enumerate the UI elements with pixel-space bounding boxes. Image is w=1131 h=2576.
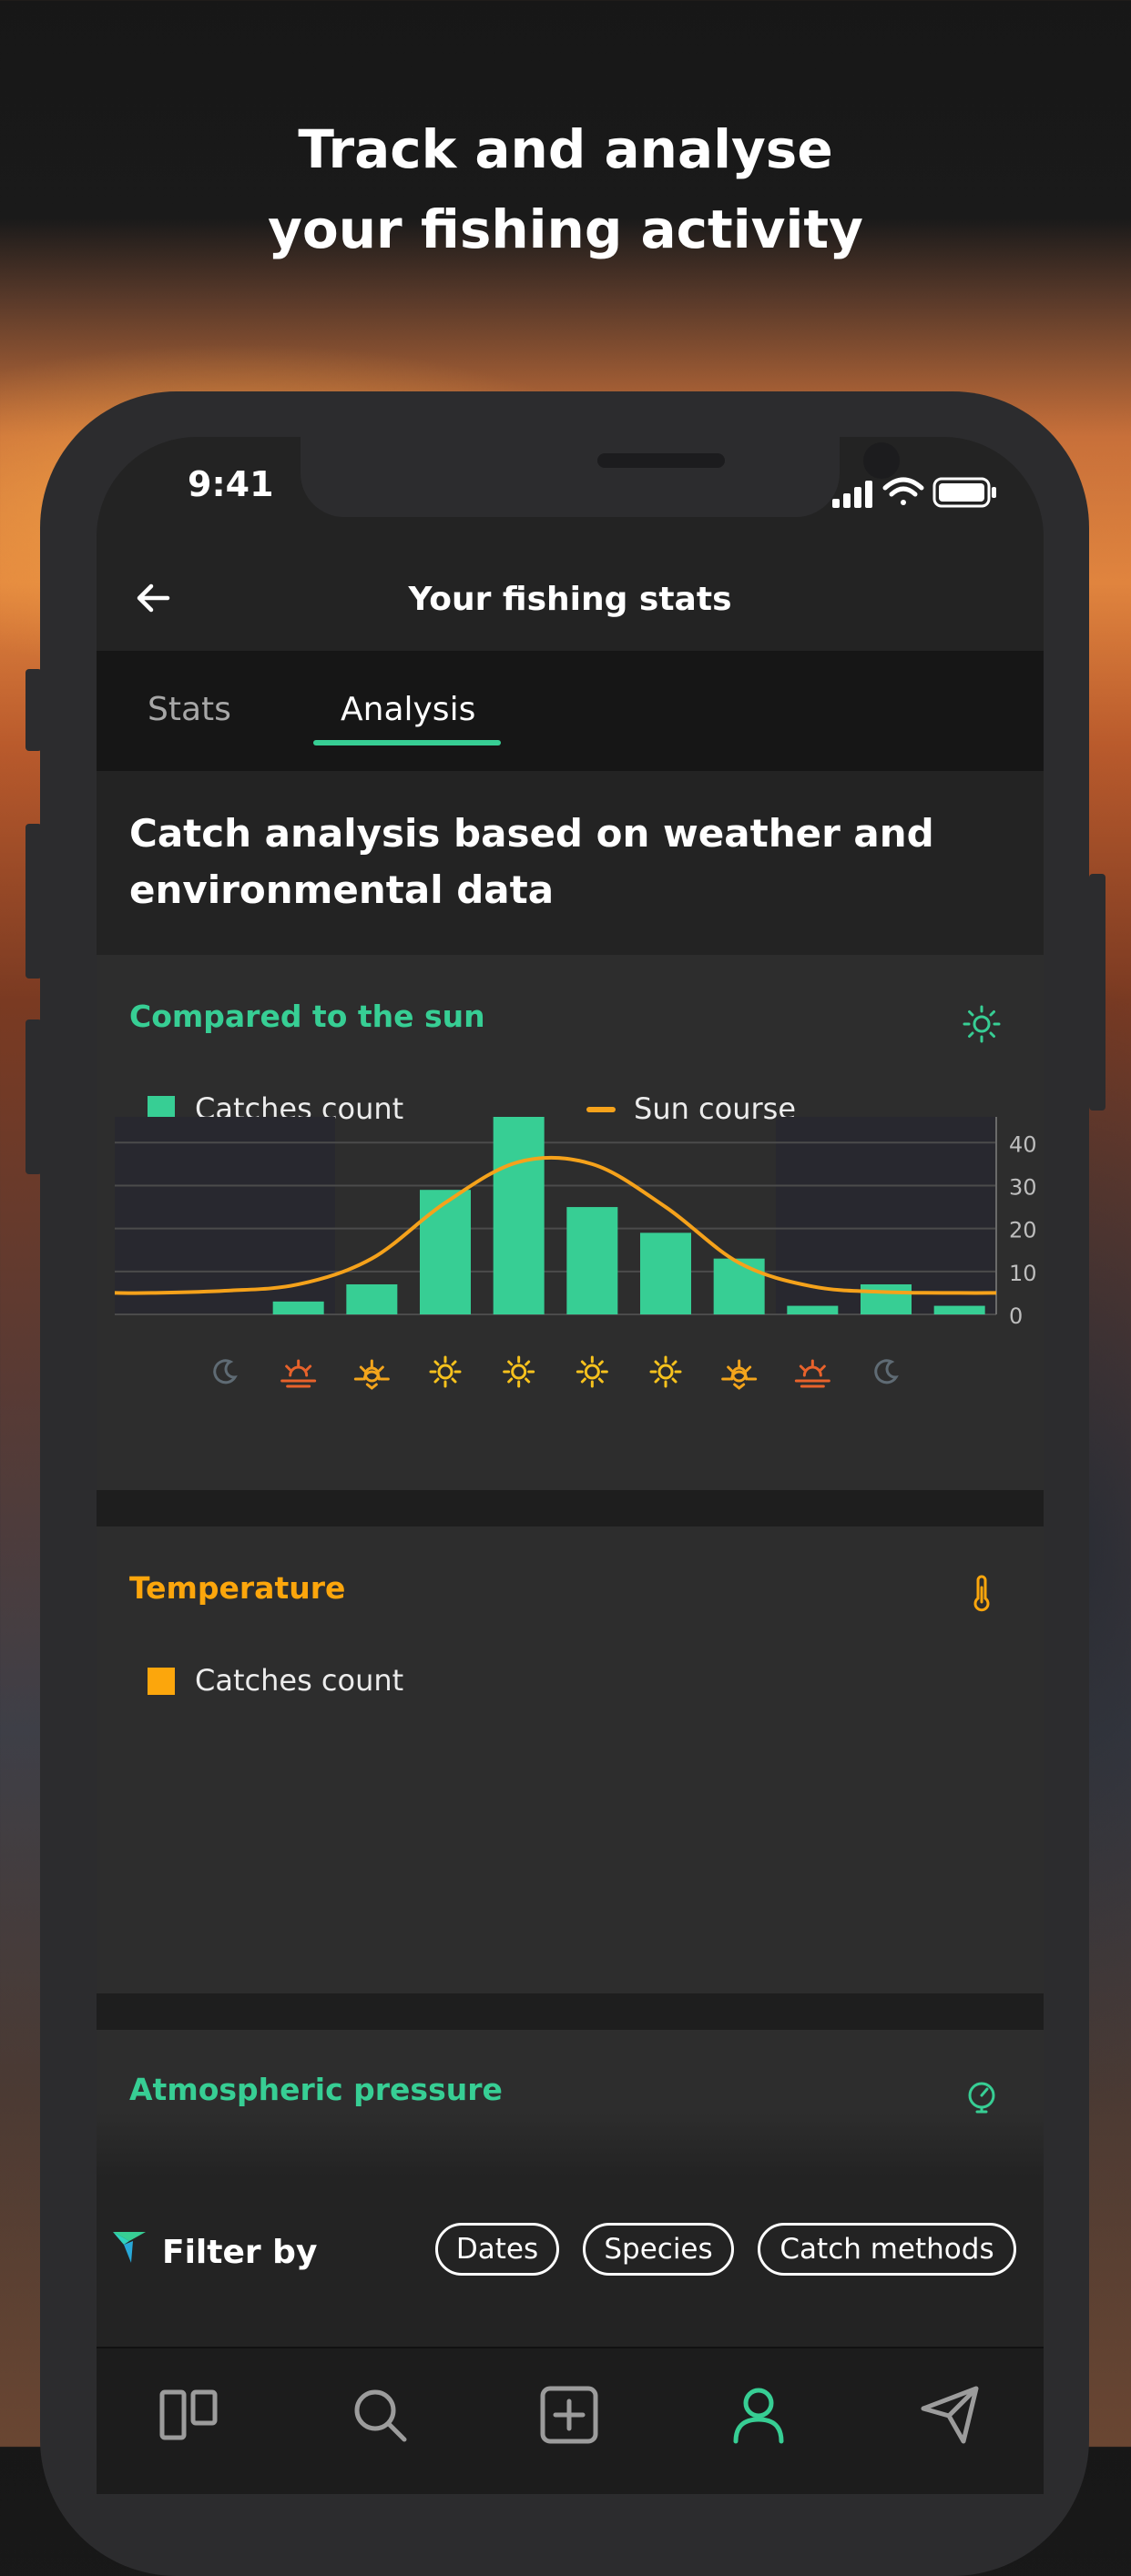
sun-icon bbox=[429, 1355, 462, 1388]
tab-stats[interactable]: Stats bbox=[148, 691, 231, 728]
sunrise-icon bbox=[280, 1359, 317, 1388]
sun-rays bbox=[576, 1355, 608, 1388]
y-tick-label: 10 bbox=[1009, 1261, 1037, 1286]
phone-mute-switch bbox=[25, 669, 42, 751]
sun-low-icon bbox=[353, 1359, 390, 1390]
temperature-chart: 0102030-339152127 bbox=[97, 1526, 1044, 1993]
analysis-heading: Catch analysis based on weather and envi… bbox=[97, 771, 1044, 955]
nav-title: Your fishing stats bbox=[408, 581, 732, 618]
horizon-shape bbox=[280, 1359, 317, 1388]
phone-volume-down bbox=[25, 1019, 42, 1174]
bar bbox=[787, 1305, 839, 1314]
navigation-icon[interactable] bbox=[918, 2383, 982, 2447]
app-screen: 9:41 Your fishing stats Stats Analysis C bbox=[97, 437, 1044, 2494]
bar bbox=[713, 1258, 765, 1314]
filter-chip-catch-methods[interactable]: Catch methods bbox=[758, 2223, 1016, 2276]
bar bbox=[861, 1283, 912, 1314]
sun-icon bbox=[503, 1355, 535, 1388]
headline-line-1: Track and analyse bbox=[298, 118, 833, 180]
bar bbox=[566, 1207, 618, 1314]
y-tick-label: 0 bbox=[1009, 1303, 1023, 1329]
sun-disc bbox=[511, 1364, 527, 1380]
dashboard-icon[interactable] bbox=[157, 2383, 220, 2447]
tab-strip: Stats Analysis bbox=[97, 651, 1044, 771]
bar bbox=[933, 1305, 985, 1314]
card-separator bbox=[97, 1993, 1044, 2030]
nav-bar: Your fishing stats bbox=[97, 546, 1044, 651]
tab-analysis[interactable]: Analysis bbox=[341, 691, 475, 728]
notch bbox=[301, 437, 900, 517]
sun-rays bbox=[649, 1355, 682, 1388]
bar bbox=[640, 1232, 691, 1314]
low-sun-shape bbox=[353, 1359, 390, 1390]
wifi-icon bbox=[882, 477, 924, 505]
moon-icon bbox=[874, 1359, 899, 1384]
card-separator bbox=[97, 1490, 1044, 1526]
sun-rays bbox=[503, 1355, 535, 1388]
analysis-heading-text: Catch analysis based on weather and envi… bbox=[129, 811, 934, 912]
sun-chart: 0 10 20 30 40 bbox=[114, 1117, 1037, 1390]
status-icons bbox=[832, 477, 996, 508]
temperature-card: Temperature Catches count 0102030-339152… bbox=[97, 1526, 1044, 1993]
low-sun-shape bbox=[721, 1359, 758, 1390]
headline-line-2: your fishing activity bbox=[268, 198, 863, 260]
moon-icon bbox=[213, 1359, 238, 1384]
sun-rays bbox=[429, 1355, 462, 1388]
filter-chip-dates[interactable]: Dates bbox=[435, 2223, 559, 2276]
y-tick-label: 30 bbox=[1009, 1174, 1037, 1200]
y-tick-label: 40 bbox=[1009, 1131, 1037, 1157]
moon-shape bbox=[213, 1359, 238, 1384]
bar bbox=[346, 1283, 398, 1314]
sun-icon bbox=[649, 1355, 682, 1388]
sun-icon bbox=[576, 1355, 608, 1388]
bar bbox=[272, 1301, 324, 1314]
add-catch-icon[interactable] bbox=[537, 2383, 601, 2447]
horizon-shape bbox=[794, 1359, 830, 1388]
phone-power-button bbox=[1089, 874, 1106, 1111]
bottom-tab-bar bbox=[97, 2347, 1044, 2494]
sun-disc bbox=[584, 1364, 600, 1380]
signal-icon bbox=[832, 481, 872, 508]
filter-fade bbox=[97, 2112, 1044, 2177]
moon-shape bbox=[874, 1359, 899, 1384]
bar bbox=[420, 1190, 471, 1314]
sunset-icon bbox=[794, 1359, 830, 1388]
brand-logo-icon bbox=[113, 2232, 146, 2263]
sun-disc bbox=[657, 1364, 674, 1380]
pressure-card-title: Atmospheric pressure bbox=[129, 2072, 503, 2107]
speaker bbox=[597, 453, 725, 468]
sun-card: Compared to the sun Catches count Sun co… bbox=[97, 955, 1044, 1490]
battery-icon bbox=[932, 477, 996, 508]
filter-chip-species[interactable]: Species bbox=[583, 2223, 734, 2276]
status-time: 9:41 bbox=[188, 464, 274, 504]
filter-label: Filter by bbox=[162, 2234, 318, 2271]
sun-low-icon bbox=[721, 1359, 758, 1390]
y-tick-label: 20 bbox=[1009, 1218, 1037, 1243]
promo-headline: Track and analyse your fishing activity bbox=[0, 109, 1131, 269]
sun-disc bbox=[437, 1364, 453, 1380]
phone-volume-up bbox=[25, 824, 42, 979]
search-icon[interactable] bbox=[348, 2383, 412, 2447]
bar bbox=[493, 1117, 545, 1314]
active-tab-indicator bbox=[313, 740, 501, 745]
filter-bar: Filter by Dates Species Catch methods bbox=[97, 2177, 1044, 2347]
profile-icon[interactable] bbox=[727, 2383, 790, 2447]
